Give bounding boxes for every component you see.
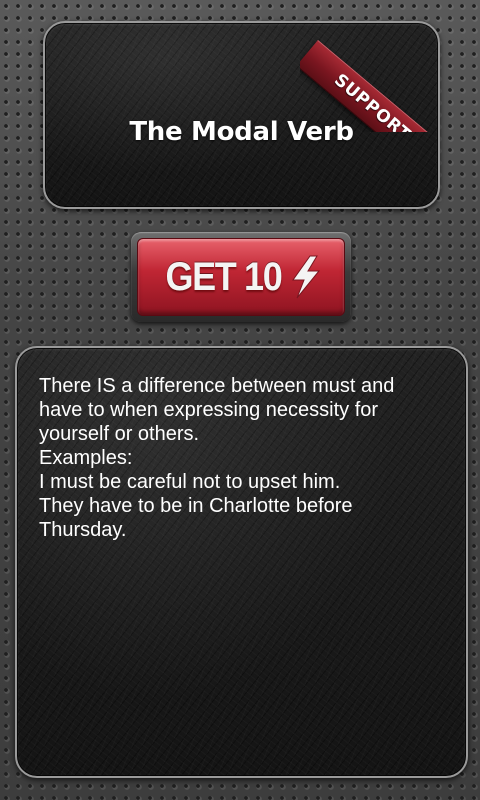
lesson-text: There IS a difference between must and h… [39, 375, 395, 541]
get-10-label: GET 10 [165, 254, 282, 299]
get-10-button[interactable]: GET 10 [131, 232, 351, 322]
lightning-bolt-icon [292, 255, 321, 299]
content-panel: There IS a difference between must and h… [15, 346, 468, 778]
get-10-button-face: GET 10 [137, 238, 345, 316]
